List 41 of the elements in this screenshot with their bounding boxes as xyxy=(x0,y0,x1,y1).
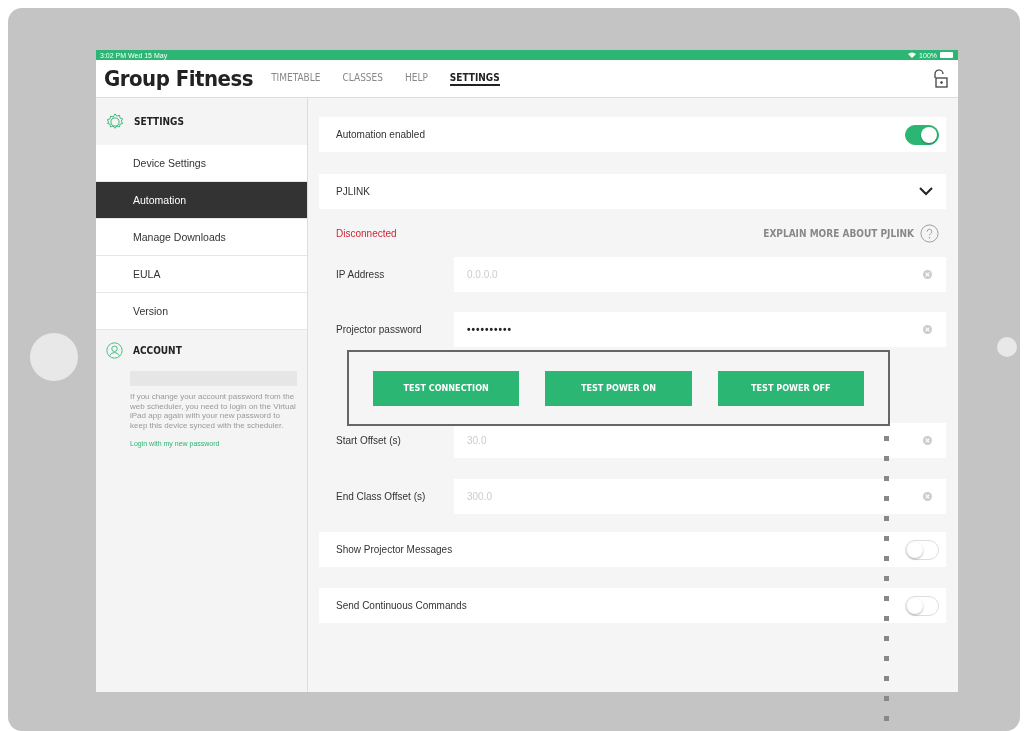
test-button[interactable]: TEST CONNECTION xyxy=(373,370,520,406)
chevron-icon[interactable] xyxy=(919,187,933,196)
help-icon[interactable] xyxy=(920,223,939,243)
test-button[interactable]: TEST POWER OFF xyxy=(717,370,864,406)
clear-icon[interactable] xyxy=(923,270,932,279)
app-title: Group Fitness xyxy=(104,66,254,91)
wifi-icon xyxy=(908,52,917,58)
nav-tab[interactable]: TIMETABLE xyxy=(271,71,321,86)
gear-icon xyxy=(106,112,124,131)
toggle-switch[interactable] xyxy=(905,124,939,145)
help-link[interactable]: EXPLAIN MORE ABOUT PJLINK xyxy=(763,223,939,243)
input-field[interactable]: •••••••••• xyxy=(454,312,946,347)
sidebar-item[interactable]: EULA xyxy=(96,256,307,293)
nav-tab[interactable]: CLASSES xyxy=(342,71,383,86)
row-label: PJLINK xyxy=(336,186,370,197)
connection-status: Disconnected xyxy=(336,227,397,239)
sidebar-item[interactable]: Device Settings xyxy=(96,145,307,182)
row-label: Show Projector Messages xyxy=(336,544,453,555)
clear-icon[interactable] xyxy=(923,436,932,445)
field-label: Projector password xyxy=(335,324,423,335)
lock-icon[interactable] xyxy=(932,68,948,89)
dropdown-row[interactable]: PJLINK xyxy=(319,174,946,209)
user-icon xyxy=(106,342,123,359)
sidebar-item[interactable]: Version xyxy=(96,293,307,330)
field-label: IP Address xyxy=(335,269,386,280)
clear-icon[interactable] xyxy=(923,325,932,334)
sidebar-item[interactable]: Automation xyxy=(96,182,307,219)
field-label: End Class Offset (s) xyxy=(335,491,427,502)
camera-dot xyxy=(997,337,1017,357)
sidebar-item[interactable]: Manage Downloads xyxy=(96,219,307,256)
nav-tab[interactable]: HELP xyxy=(404,71,428,86)
field-label: Start Offset (s) xyxy=(335,435,402,446)
account-note: If you change your account password from the web scheduler, you need to login on the Virtual iPad app again with your new password to keep this device synced with the scheduler. xyxy=(130,392,297,430)
nav-tab[interactable]: SETTINGS xyxy=(449,71,500,86)
row-label: Automation enabled xyxy=(336,129,425,140)
battery-icon xyxy=(940,52,954,58)
test-button[interactable]: TEST POWER ON xyxy=(545,370,692,406)
sidebar-heading: ACCOUNT xyxy=(133,345,182,356)
clear-icon[interactable] xyxy=(923,492,932,501)
row-label: Send Continuous Commands xyxy=(336,600,467,611)
sidebar-heading: SETTINGS xyxy=(134,116,184,127)
